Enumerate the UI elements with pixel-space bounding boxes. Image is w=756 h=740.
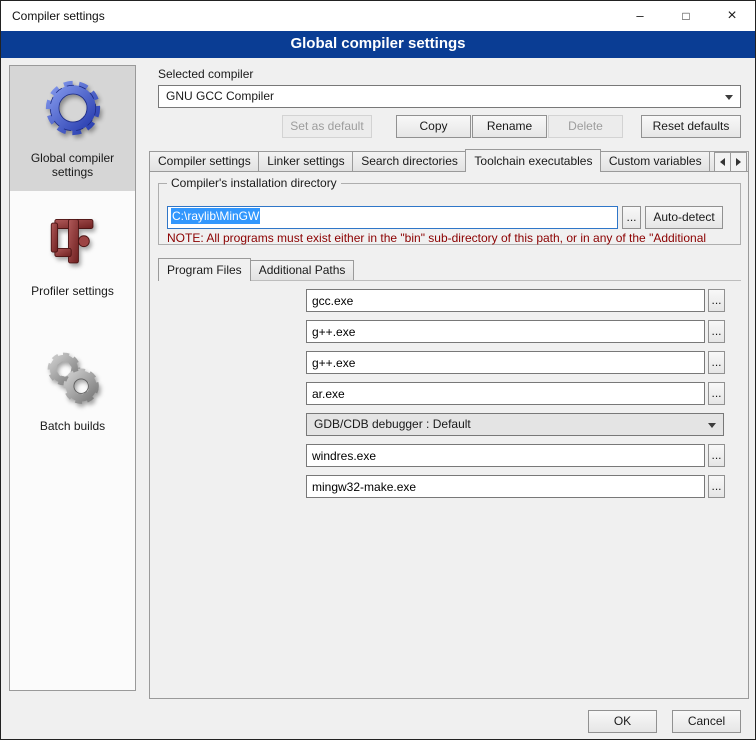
browse-directory-button[interactable]: ...: [622, 206, 641, 229]
selected-compiler-label: Selected compiler: [158, 67, 253, 81]
minimize-button[interactable]: –: [617, 1, 663, 31]
linker-dynamic-input[interactable]: [306, 351, 705, 374]
titlebar: Compiler settings – □ ×: [1, 1, 755, 31]
settings-tab-strip: Compiler settings Linker settings Search…: [149, 149, 749, 172]
cancel-button[interactable]: Cancel: [672, 710, 741, 733]
subtab-additional-paths[interactable]: Additional Paths: [250, 260, 355, 280]
sidebar-item-batch-builds[interactable]: Batch builds: [10, 338, 135, 445]
sidebar-item-label: Profiler settings: [13, 284, 132, 298]
tab-custom-variables[interactable]: Custom variables: [600, 151, 710, 171]
make-program-input[interactable]: [306, 475, 705, 498]
minimize-icon: –: [636, 8, 643, 23]
window-title: Compiler settings: [1, 9, 105, 23]
chevron-down-icon: [708, 423, 716, 428]
installation-directory-selected-text: C:\raylib\MinGW: [171, 208, 260, 224]
c-compiler-browse-button[interactable]: ...: [708, 289, 725, 312]
debugger-select[interactable]: GDB/CDB debugger : Default: [306, 413, 724, 436]
linker-static-input[interactable]: [306, 382, 705, 405]
chevron-right-icon: [736, 158, 741, 166]
tabs-scroll-left-button[interactable]: [714, 152, 731, 172]
tab-toolchain-executables[interactable]: Toolchain executables: [465, 149, 600, 172]
program-files-tab-strip: Program Files Additional Paths: [158, 258, 354, 281]
dialog-banner: Global compiler settings: [1, 31, 755, 58]
compiler-select-value: GNU GCC Compiler: [166, 89, 274, 103]
caption-buttons: – □ ×: [617, 1, 755, 31]
c-compiler-input[interactable]: [306, 289, 705, 312]
profiler-tool-icon: [44, 214, 102, 272]
gear-icon: [42, 77, 104, 139]
close-icon: ×: [727, 7, 736, 24]
close-button[interactable]: ×: [709, 1, 755, 31]
maximize-button[interactable]: □: [663, 1, 709, 31]
copy-button[interactable]: Copy: [396, 115, 471, 138]
rename-button[interactable]: Rename: [472, 115, 547, 138]
maximize-icon: □: [682, 9, 689, 23]
subtab-program-files[interactable]: Program Files: [158, 258, 251, 281]
chevron-left-icon: [720, 158, 725, 166]
linker-dynamic-browse-button[interactable]: ...: [708, 351, 725, 374]
sidebar-item-label: Batch builds: [13, 419, 132, 433]
ok-button[interactable]: OK: [588, 710, 657, 733]
batch-builds-gears-icon: [44, 349, 102, 407]
installation-directory-input[interactable]: C:\raylib\MinGW: [167, 206, 618, 229]
tabs-scroll-right-button[interactable]: [730, 152, 747, 172]
compiler-settings-window: Compiler settings – □ × Global compiler …: [0, 0, 756, 740]
cpp-compiler-browse-button[interactable]: ...: [708, 320, 725, 343]
sidebar-item-label: Global compiler settings: [13, 151, 132, 179]
chevron-down-icon: [725, 95, 733, 100]
tab-linker-settings[interactable]: Linker settings: [258, 151, 353, 171]
tab-search-directories[interactable]: Search directories: [352, 151, 466, 171]
linker-static-browse-button[interactable]: ...: [708, 382, 725, 405]
sidebar: Global compiler settings Profiler settin…: [9, 65, 136, 691]
set-as-default-button[interactable]: Set as default: [282, 115, 372, 138]
cpp-compiler-input[interactable]: [306, 320, 705, 343]
sidebar-item-global-compiler-settings[interactable]: Global compiler settings: [10, 66, 135, 191]
reset-defaults-button[interactable]: Reset defaults: [641, 115, 741, 138]
make-program-browse-button[interactable]: ...: [708, 475, 725, 498]
resource-compiler-browse-button[interactable]: ...: [708, 444, 725, 467]
compiler-select[interactable]: GNU GCC Compiler: [158, 85, 741, 108]
resource-compiler-input[interactable]: [306, 444, 705, 467]
tab-scroll-buttons: [714, 152, 747, 172]
sidebar-item-profiler-settings[interactable]: Profiler settings: [10, 203, 135, 310]
installation-directory-group-title: Compiler's installation directory: [167, 176, 341, 191]
delete-button[interactable]: Delete: [548, 115, 623, 138]
programs-note-text: NOTE: All programs must exist either in …: [167, 231, 743, 245]
debugger-select-value: GDB/CDB debugger : Default: [314, 417, 471, 431]
tab-compiler-settings[interactable]: Compiler settings: [149, 151, 259, 171]
auto-detect-button[interactable]: Auto-detect: [645, 206, 723, 229]
